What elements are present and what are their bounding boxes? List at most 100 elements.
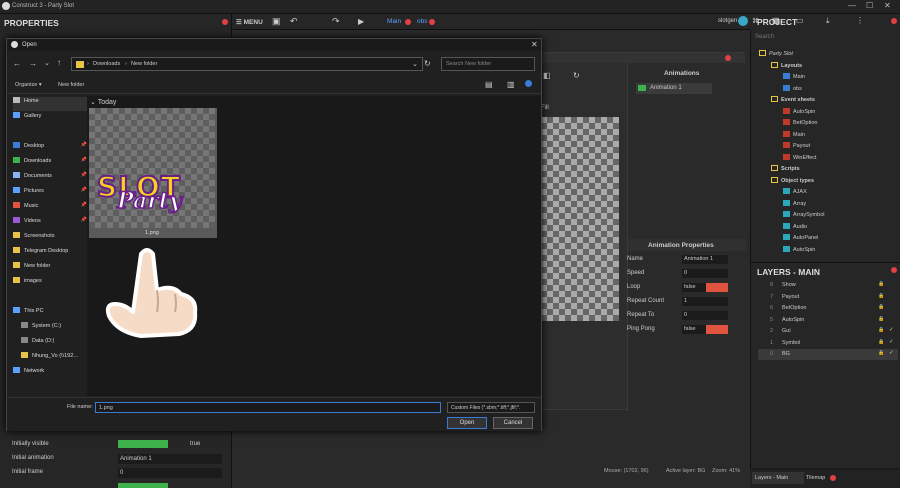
project-item[interactable]: Event sheets: [771, 96, 815, 103]
lock-icon[interactable]: 🔒: [878, 350, 884, 356]
layer-row[interactable]: 8 Show 🔒: [758, 280, 898, 291]
project-item[interactable]: Payout: [783, 142, 810, 149]
visible-check-icon[interactable]: ✓: [889, 350, 894, 356]
menu-button[interactable]: ☰ MENU: [236, 18, 263, 26]
project-item[interactable]: AutoSpin: [783, 107, 815, 115]
tab-main-close-icon[interactable]: [405, 19, 411, 25]
project-item[interactable]: AutoPanel: [783, 234, 818, 241]
tab-main[interactable]: Main: [387, 18, 401, 25]
sidebar-item-screenshots[interactable]: Screenshots: [13, 232, 89, 246]
lock-icon[interactable]: 🔒: [878, 327, 884, 333]
project-item[interactable]: Main: [783, 73, 805, 80]
layer-row[interactable]: 7 Payout 🔒: [758, 292, 898, 303]
sidebar-item-desktop[interactable]: Desktop 📌: [13, 142, 89, 156]
project-item[interactable]: AJAX: [783, 188, 807, 195]
search-input[interactable]: Search New folder: [441, 57, 535, 71]
rotate-icon[interactable]: ↻: [573, 71, 580, 80]
prop-value[interactable]: Animation 1: [682, 255, 728, 264]
properties-close-icon[interactable]: [222, 19, 228, 25]
pingpong-toggle[interactable]: false: [682, 325, 728, 334]
minimize-icon[interactable]: —: [848, 1, 856, 10]
address-bar[interactable]: › Downloads › New folder ⌄: [71, 57, 423, 71]
view-icon[interactable]: ▤: [485, 80, 493, 89]
filetype-select[interactable]: Custom Files (*.sbm;*.tiff;*.jfif;*.: [447, 402, 535, 413]
user-name[interactable]: slotgen: [718, 18, 737, 24]
back-icon[interactable]: ←: [13, 59, 21, 68]
project-item[interactable]: ArraySymbol: [783, 211, 824, 218]
help-icon[interactable]: [525, 80, 532, 87]
cancel-button[interactable]: Cancel: [493, 417, 533, 429]
tab-tilemap[interactable]: Tilemap: [806, 475, 825, 481]
redo-icon[interactable]: ↷: [332, 16, 340, 27]
sidebar-item-this-pc[interactable]: This PC: [13, 307, 89, 321]
lock-icon[interactable]: 🔒: [878, 316, 884, 322]
project-item[interactable]: Main: [783, 130, 805, 138]
play-icon[interactable]: ▶: [358, 17, 364, 26]
avatar[interactable]: [738, 16, 748, 26]
layer-row[interactable]: 1 Symbol 🔒 ✓: [758, 338, 898, 349]
recent-icon[interactable]: ⌄: [44, 59, 50, 67]
editor-close-icon[interactable]: [725, 55, 731, 61]
loop-toggle[interactable]: false: [682, 283, 728, 292]
refresh-icon[interactable]: ↻: [424, 59, 431, 68]
project-item[interactable]: Array: [783, 199, 806, 207]
up-icon[interactable]: ↑: [57, 58, 61, 67]
forward-icon[interactable]: →: [29, 59, 37, 68]
dialog-close-icon[interactable]: ✕: [531, 40, 538, 49]
sidebar-item-gallery[interactable]: Gallery: [13, 112, 89, 126]
visible-check-icon[interactable]: ✓: [889, 327, 894, 333]
sidebar-item-music[interactable]: Music 📌: [13, 202, 89, 216]
sidebar-item-videos[interactable]: Videos 📌: [13, 217, 89, 231]
project-item[interactable]: Object types: [771, 176, 814, 184]
tool-icon[interactable]: ◧: [543, 71, 551, 80]
open-button[interactable]: Open: [447, 417, 487, 429]
sidebar-item-nhung-vo-192-[interactable]: Nhung_Vo (\\192...: [21, 352, 97, 366]
filename-input[interactable]: 1.png: [95, 402, 441, 413]
sidebar-item-network[interactable]: Network: [13, 367, 89, 381]
sidebar-item-new-folder[interactable]: New folder: [13, 262, 89, 276]
visible-checkbox[interactable]: [118, 440, 168, 448]
sidebar-item-images[interactable]: images: [13, 277, 89, 291]
undo-icon[interactable]: ↶: [290, 16, 298, 27]
file-tile[interactable]: SLOT Party 1.png: [89, 108, 217, 238]
frame-input[interactable]: 0: [118, 468, 222, 478]
layer-row[interactable]: 0 BG 🔒 ✓: [758, 349, 898, 360]
sidebar-item-system-c-[interactable]: System (C:): [21, 322, 97, 336]
more-icon[interactable]: ⋮: [856, 16, 864, 25]
prop-value[interactable]: 0: [682, 311, 728, 320]
sidebar-item-downloads[interactable]: Downloads 📌: [13, 157, 89, 171]
sidebar-item-home[interactable]: Home: [13, 97, 89, 111]
prop-value[interactable]: 0: [682, 269, 728, 278]
tab-obs-close-icon[interactable]: [429, 19, 435, 25]
project-close-icon[interactable]: [891, 18, 897, 24]
lock-icon[interactable]: 🔒: [878, 304, 884, 310]
project-search-input[interactable]: Search: [755, 34, 897, 44]
layer-row[interactable]: 2 Gui 🔒 ✓: [758, 326, 898, 337]
project-item[interactable]: WinEffect: [783, 153, 816, 161]
tab-obs[interactable]: obs: [417, 18, 427, 25]
organize-button[interactable]: Organize ▾: [15, 82, 42, 88]
close-icon[interactable]: ✕: [884, 1, 891, 10]
sidebar-item-documents[interactable]: Documents 📌: [13, 172, 89, 186]
lock-icon[interactable]: 🔒: [878, 293, 884, 299]
animation-item[interactable]: Animation 1: [636, 83, 712, 94]
new-folder-button[interactable]: New folder: [58, 82, 84, 88]
breadcrumb-new-folder[interactable]: New folder: [131, 61, 157, 67]
tab-layers-close-icon[interactable]: [830, 475, 836, 481]
group-header[interactable]: ⌄ Today: [90, 98, 116, 106]
visible-check-icon[interactable]: ✓: [889, 339, 894, 345]
project-item[interactable]: Party Slot: [759, 50, 793, 57]
breadcrumb-downloads[interactable]: Downloads: [93, 61, 120, 67]
project-item[interactable]: AutoSpin: [783, 245, 815, 253]
sidebar-item-data-d-[interactable]: Data (D:): [21, 337, 97, 351]
preview-pane-icon[interactable]: ▥: [507, 80, 515, 89]
animation-select[interactable]: Animation 1: [118, 454, 222, 464]
layers-close-icon[interactable]: [891, 267, 897, 273]
project-item[interactable]: obs: [783, 84, 802, 92]
project-item[interactable]: Scripts: [771, 165, 800, 172]
save-icon[interactable]: ▣: [272, 16, 281, 27]
layer-row[interactable]: 6 BetOption 🔒: [758, 303, 898, 314]
project-item[interactable]: BetOption: [783, 119, 817, 126]
lock-icon[interactable]: 🔒: [878, 281, 884, 287]
project-item[interactable]: Audio: [783, 222, 807, 230]
